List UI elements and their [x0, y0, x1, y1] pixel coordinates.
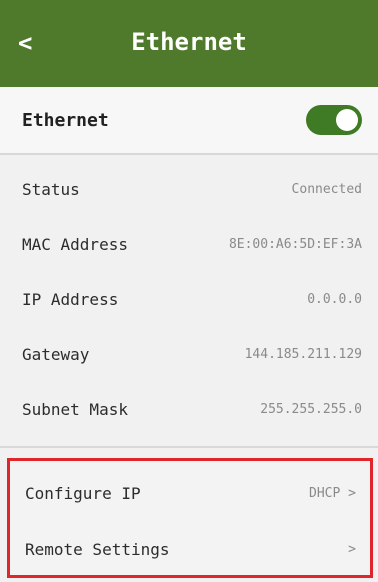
- gateway-value: 144.185.211.129: [244, 347, 362, 362]
- ip-address-value: 0.0.0.0: [307, 292, 362, 307]
- subnet-mask-label: Subnet Mask: [22, 400, 128, 419]
- chevron-right-icon: >: [348, 541, 356, 557]
- subnet-mask-value: 255.255.255.0: [260, 402, 362, 417]
- network-info-list: Status Connected MAC Address 8E:00:A6:5D…: [0, 162, 378, 437]
- settings-highlight-box: Configure IP DHCP > Remote Settings >: [7, 458, 373, 578]
- ethernet-toggle-switch[interactable]: [306, 105, 362, 135]
- section-divider: [0, 446, 378, 448]
- remote-settings-row[interactable]: Remote Settings >: [10, 521, 370, 577]
- info-row-status: Status Connected: [0, 162, 378, 217]
- mac-address-value: 8E:00:A6:5D:EF:3A: [228, 237, 362, 252]
- status-value: Connected: [291, 182, 362, 197]
- ip-address-label: IP Address: [22, 290, 119, 309]
- page-title: Ethernet: [131, 27, 247, 56]
- configure-ip-label: Configure IP: [25, 483, 141, 503]
- info-row-ip-address: IP Address 0.0.0.0: [0, 272, 378, 327]
- back-button[interactable]: <: [18, 26, 48, 60]
- gateway-label: Gateway: [22, 345, 90, 364]
- mac-address-label: MAC Address: [22, 235, 128, 254]
- header-bar: < Ethernet: [0, 0, 378, 87]
- toggle-knob: [336, 109, 358, 131]
- info-row-subnet-mask: Subnet Mask 255.255.255.0: [0, 382, 378, 437]
- remote-settings-label: Remote Settings: [25, 539, 170, 559]
- status-label: Status: [22, 180, 80, 199]
- ethernet-toggle-row: Ethernet: [0, 87, 378, 155]
- ethernet-screen: < Ethernet Ethernet Status Connected MAC…: [0, 0, 378, 582]
- configure-ip-value: DHCP >: [309, 485, 356, 501]
- info-row-mac-address: MAC Address 8E:00:A6:5D:EF:3A: [0, 217, 378, 272]
- configure-ip-row[interactable]: Configure IP DHCP >: [10, 465, 370, 521]
- ethernet-toggle-label: Ethernet: [22, 109, 109, 131]
- info-row-gateway: Gateway 144.185.211.129: [0, 327, 378, 382]
